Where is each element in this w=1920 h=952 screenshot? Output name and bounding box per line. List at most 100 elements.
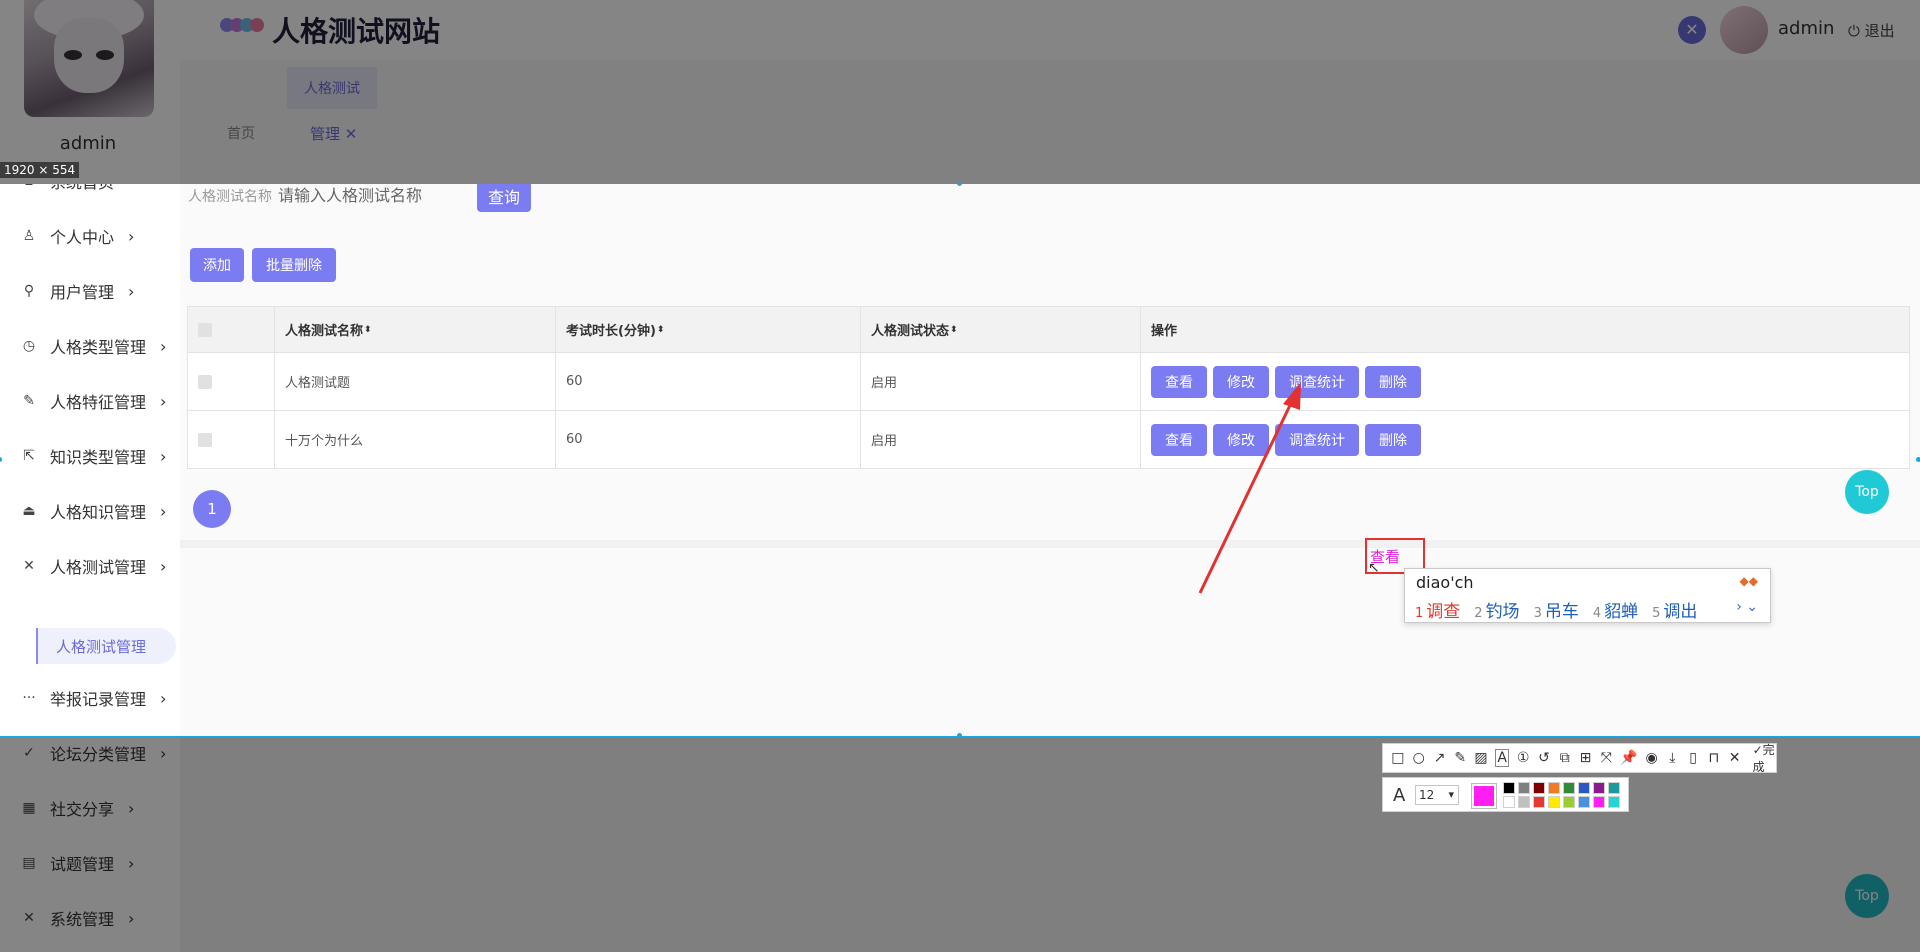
column-header-duration[interactable]: 考试时长(分钟) ⬍: [556, 307, 861, 352]
batch-delete-button[interactable]: 批量删除: [252, 248, 336, 282]
ime-candidate[interactable]: 1 调查: [1415, 597, 1460, 622]
color-swatch[interactable]: [1533, 782, 1545, 794]
view-button[interactable]: 查看: [1151, 423, 1207, 456]
view-button[interactable]: 查看: [1151, 365, 1207, 398]
sidebar-item-users[interactable]: ⚲ 用户管理 ›: [0, 271, 180, 311]
capture-size-badge: 1920 × 554: [0, 162, 80, 178]
ellipse-tool-icon[interactable]: ○: [1412, 750, 1426, 766]
column-header-status[interactable]: 人格测试状态 ⬍: [861, 307, 1141, 352]
font-icon: A: [1393, 785, 1406, 806]
survey-stats-button[interactable]: 调查统计: [1275, 423, 1359, 456]
sidebar-item-reports[interactable]: ··· 举报记录管理 ›: [0, 678, 180, 718]
color-swatch[interactable]: [1548, 796, 1560, 808]
check-icon: ✓: [1752, 743, 1763, 757]
search-input[interactable]: [278, 184, 448, 210]
undo-icon[interactable]: ↺: [1537, 750, 1551, 766]
color-swatch[interactable]: [1563, 796, 1575, 808]
current-color-swatch[interactable]: [1471, 783, 1497, 809]
color-swatch[interactable]: [1563, 782, 1575, 794]
pin-icon[interactable]: 📌: [1620, 750, 1637, 766]
color-swatch[interactable]: [1593, 796, 1605, 808]
table-row: 十万个为什么 60 启用 查看 修改 调查统计 删除: [188, 411, 1909, 468]
sort-icon: ⬍: [656, 324, 665, 335]
row-checkbox[interactable]: [198, 432, 212, 447]
edit-button[interactable]: 修改: [1213, 423, 1269, 456]
font-size-select[interactable]: 12: [1415, 785, 1459, 805]
row-checkbox[interactable]: [198, 374, 212, 389]
capture-region[interactable]: ⌂ 系统首页 ♙ 个人中心› ⚲ 用户管理› ◷ 人格类型管理› ✎ 人格特征管…: [0, 184, 1920, 736]
color-swatch[interactable]: [1533, 796, 1545, 808]
done-button[interactable]: ✓完成: [1753, 741, 1776, 775]
sidebar-item-personality-knowledge[interactable]: ⏏ 人格知识管理 ›: [0, 491, 180, 531]
color-swatch[interactable]: [1518, 796, 1530, 808]
ime-candidate[interactable]: 3 吊车: [1534, 597, 1579, 622]
copy-icon[interactable]: ▯: [1686, 750, 1700, 766]
download-icon[interactable]: ⤓: [1665, 750, 1679, 766]
add-button[interactable]: 添加: [190, 248, 244, 282]
rectangle-tool-icon[interactable]: □: [1391, 750, 1405, 766]
resize-handle[interactable]: [957, 733, 962, 736]
color-swatch[interactable]: [1578, 796, 1590, 808]
select-all-checkbox[interactable]: [198, 322, 212, 337]
translate-icon[interactable]: ⊞: [1579, 750, 1593, 766]
color-palette: [1503, 782, 1621, 808]
pen-tool-icon[interactable]: ✎: [1453, 750, 1467, 766]
color-swatch[interactable]: [1578, 782, 1590, 794]
bookmark-icon[interactable]: ⊓: [1707, 750, 1721, 766]
ime-candidate[interactable]: 2 钓场: [1474, 597, 1519, 622]
color-swatch[interactable]: [1503, 782, 1515, 794]
record-icon[interactable]: ◉: [1645, 750, 1659, 766]
sidebar-item-personality-test[interactable]: ✕ 人格测试管理 ›: [0, 546, 180, 586]
color-swatch[interactable]: [1593, 782, 1605, 794]
sidebar-item-personality-type[interactable]: ◷ 人格类型管理 ›: [0, 326, 180, 366]
arrow-tool-icon[interactable]: ↗: [1433, 750, 1447, 766]
clock-icon: ◷: [22, 338, 36, 354]
number-tool-icon[interactable]: ①: [1516, 750, 1530, 766]
edit-icon: ✎: [23, 393, 35, 409]
sidebar-item-profile[interactable]: ♙ 个人中心 ›: [0, 216, 180, 256]
sidebar-menu: ⌂ 系统首页 ♙ 个人中心› ⚲ 用户管理› ◷ 人格类型管理› ✎ 人格特征管…: [0, 184, 180, 736]
home-icon: ⌂: [20, 184, 38, 189]
screenshot-toolbar: □ ○ ↗ ✎ ▨ A ① ↺ ⧉ ⊞ ⤧ 📌 ◉ ⤓ ▯ ⊓ ✕ ✓完成: [1382, 741, 1777, 775]
ime-skin-icon[interactable]: ◆◆: [1740, 574, 1758, 588]
color-swatch[interactable]: [1518, 782, 1530, 794]
delete-button[interactable]: 删除: [1365, 365, 1421, 398]
query-button[interactable]: 查询: [477, 184, 531, 212]
row-actions: 查看 修改 调查统计 删除: [1141, 353, 1909, 410]
cell-name: 十万个为什么: [275, 411, 556, 468]
sort-icon: ⬍: [364, 324, 372, 335]
color-swatch[interactable]: [1608, 796, 1620, 808]
ime-candidate[interactable]: 4 貂蝉: [1593, 597, 1638, 622]
sidebar-item-personality-trait[interactable]: ✎ 人格特征管理 ›: [0, 381, 180, 421]
edit-button[interactable]: 修改: [1213, 365, 1269, 398]
sort-icon: ⬍: [950, 324, 958, 335]
column-header-actions: 操作: [1141, 307, 1909, 352]
ime-composition: diao'ch: [1416, 573, 1474, 592]
sidebar-subitem-personality-test[interactable]: 人格测试管理: [36, 628, 176, 664]
pagination-page-1[interactable]: 1: [193, 490, 231, 528]
ime-candidate-window: diao'ch ◆◆ 1 调查 2 钓场 3 吊车 4 貂蝉 5 调出 › ⌄: [1404, 568, 1771, 623]
cell-status: 启用: [861, 353, 1141, 410]
survey-stats-button[interactable]: 调查统计: [1275, 365, 1359, 398]
ocr-icon[interactable]: ⧉: [1558, 750, 1572, 766]
cell-status: 启用: [861, 411, 1141, 468]
search-label: 人格测试名称: [188, 189, 272, 205]
delete-button[interactable]: 删除: [1365, 423, 1421, 456]
back-to-top-button[interactable]: Top: [1845, 470, 1889, 514]
color-swatch[interactable]: [1503, 796, 1515, 808]
text-tool-icon[interactable]: A: [1494, 749, 1510, 767]
ime-next-page-icon[interactable]: › ⌄: [1736, 599, 1758, 615]
text-style-toolbar: A 12: [1382, 777, 1629, 812]
cancel-icon[interactable]: ✕: [1728, 750, 1742, 766]
mosaic-tool-icon[interactable]: ▨: [1474, 750, 1488, 766]
color-swatch[interactable]: [1548, 782, 1560, 794]
sidebar-item-home[interactable]: ⌂ 系统首页: [0, 184, 180, 201]
column-header-name[interactable]: 人格测试名称 ⬍: [275, 307, 556, 352]
scroll-capture-icon[interactable]: ⤧: [1599, 750, 1613, 766]
table-row: 人格测试题 60 启用 查看 修改 调查统计 删除: [188, 353, 1909, 411]
sidebar-item-knowledge-type[interactable]: ⇱ 知识类型管理 ›: [0, 436, 180, 476]
resize-handle[interactable]: [1916, 457, 1920, 462]
color-swatch[interactable]: [1608, 782, 1620, 794]
data-table: 人格测试名称 ⬍ 考试时长(分钟) ⬍ 人格测试状态 ⬍ 操作 人格测试题 60 启用…: [187, 306, 1910, 469]
ime-candidate[interactable]: 5 调出: [1652, 597, 1697, 622]
